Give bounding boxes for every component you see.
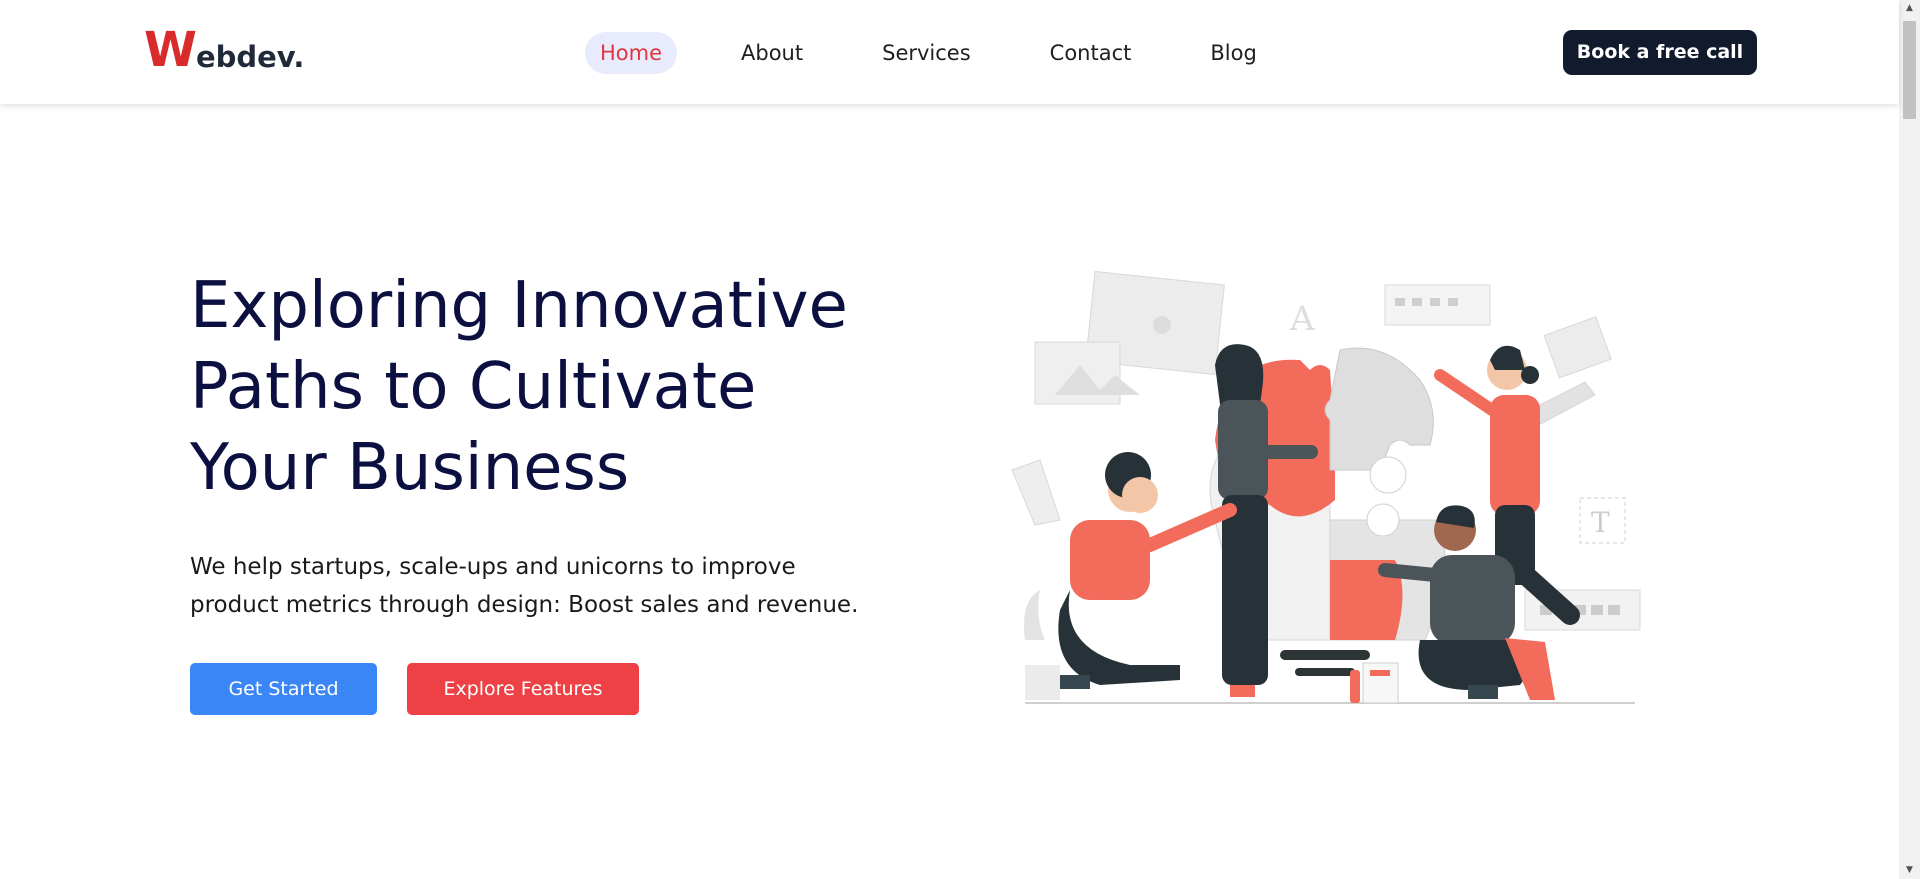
explore-features-button[interactable]: Explore Features	[407, 663, 639, 715]
nav-item-about[interactable]: About	[726, 32, 818, 74]
hero-title-line: Exploring Innovative	[190, 269, 848, 343]
paint-can	[1350, 662, 1399, 704]
nav-item-contact[interactable]: Contact	[1035, 32, 1147, 74]
logo-text: ebdev.	[195, 40, 305, 74]
get-started-button[interactable]: Get Started	[190, 663, 377, 715]
person-kneeling-left	[1058, 452, 1237, 689]
main-nav: Home About Services Contact Blog	[585, 32, 1272, 74]
hero-illustration: T A	[1000, 270, 1650, 730]
nav-item-home[interactable]: Home	[585, 32, 678, 74]
scroll-down-icon[interactable]: ▼	[1899, 862, 1920, 879]
hero-title-line: Your Business	[190, 431, 630, 505]
scroll-thumb[interactable]	[1903, 21, 1916, 119]
nav-item-blog[interactable]: Blog	[1195, 32, 1271, 74]
site-header: W ebdev. Home About Services Contact Blo…	[0, 0, 1899, 104]
scrollbar[interactable]: ▲ ▼	[1899, 0, 1920, 879]
hero-title: Exploring Innovative Paths to Cultivate …	[190, 266, 950, 509]
hero-subtitle: We help startups, scale-ups and unicorns…	[190, 548, 950, 624]
page: W ebdev. Home About Services Contact Blo…	[0, 0, 1899, 879]
svg-text:T: T	[1591, 506, 1610, 539]
scroll-up-icon[interactable]: ▲	[1899, 0, 1920, 17]
nav-item-services[interactable]: Services	[867, 32, 986, 74]
svg-text:A: A	[1289, 299, 1315, 339]
hero-subtitle-line: product metrics through design: Boost sa…	[190, 592, 859, 618]
hero-subtitle-line: We help startups, scale-ups and unicorns…	[190, 554, 796, 580]
logo[interactable]: W ebdev.	[144, 26, 304, 74]
hero-title-line: Paths to Cultivate	[190, 350, 757, 424]
book-call-button[interactable]: Book a free call	[1563, 30, 1757, 75]
logo-initial: W	[144, 22, 197, 78]
